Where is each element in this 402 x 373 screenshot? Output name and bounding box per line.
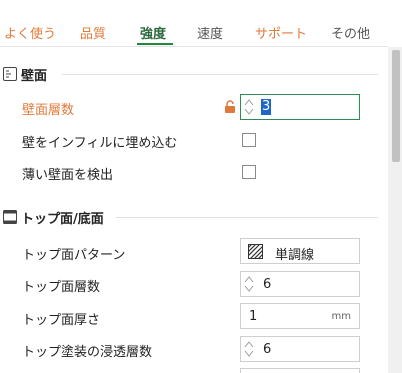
section-title-wall: 壁面 [21,69,48,84]
tab-quality[interactable]: 品質 [80,23,106,45]
top-pattern-label: トップ面パターン [22,248,126,263]
tab-bar: よく使う 品質 強度 速度 サポート その他 [0,0,388,46]
embed-infill-checkbox[interactable] [242,133,256,147]
tab-divider [0,46,388,47]
section-divider [116,217,378,218]
tab-others[interactable]: その他 [331,23,370,45]
wall-layers-value[interactable]: 3 [261,99,272,115]
scrollbar-thumb[interactable] [392,50,400,162]
stepper-arrows-icon[interactable] [244,339,254,359]
top-paint-layers-label: トップ塗装の浸透層数 [22,345,153,360]
monotonic-pattern-icon [247,243,264,260]
top-bottom-icon [3,210,17,224]
detect-thin-wall-checkbox[interactable] [242,165,256,179]
unit-label: mm [331,311,351,322]
top-pattern-value: 単調線 [275,248,315,263]
stepper-arrows-icon[interactable] [244,97,254,117]
section-divider [62,74,378,75]
wall-layers-input[interactable]: 3 [240,94,360,120]
active-tab-indicator [137,43,173,45]
next-field-partial[interactable] [240,368,360,373]
top-thickness-input[interactable]: 1 mm [240,303,360,329]
top-layers-label: トップ面層数 [22,280,101,295]
wall-layers-label: 壁面層数 [22,103,75,118]
section-wall: 壁面 [0,64,388,84]
tab-speed[interactable]: 速度 [197,23,223,45]
top-thickness-value[interactable]: 1 [249,309,257,324]
top-layers-value[interactable]: 6 [263,277,271,292]
top-thickness-label: トップ面厚さ [22,313,101,328]
settings-panel: よく使う 品質 強度 速度 サポート その他 壁面 壁面層数 3 壁をインフィル… [0,0,402,373]
section-title-top-bottom: トップ面/底面 [21,212,104,227]
unlock-icon[interactable] [224,100,236,114]
tab-strength[interactable]: 強度 [140,23,166,45]
stepper-arrows-icon[interactable] [244,274,254,294]
top-layers-input[interactable]: 6 [240,271,360,297]
detect-thin-wall-label: 薄い壁面を検出 [22,168,114,183]
tab-frequent[interactable]: よく使う [4,23,56,45]
embed-infill-label: 壁をインフィルに埋め込む [22,136,178,151]
top-pattern-select[interactable]: 単調線 [240,238,360,264]
tab-support[interactable]: サポート [255,23,307,45]
section-top-bottom: トップ面/底面 [0,207,388,227]
top-paint-layers-value[interactable]: 6 [263,342,271,357]
top-paint-layers-input[interactable]: 6 [240,336,360,362]
wall-icon [3,67,17,81]
